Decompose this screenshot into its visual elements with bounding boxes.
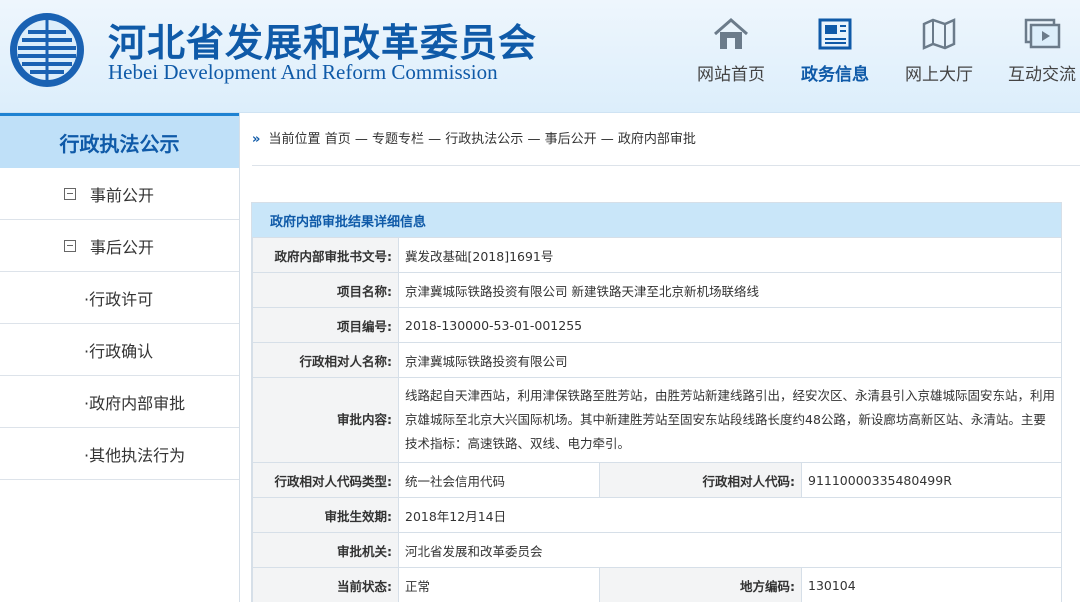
approval-detail-panel: 政府内部审批结果详细信息 政府内部审批书文号: 冀发改基础[2018]1691号…: [251, 202, 1062, 602]
authority-value: 河北省发展和改革委员会: [398, 532, 1061, 568]
house-icon: [714, 18, 748, 49]
nav-online-hall[interactable]: 网上大厅: [891, 14, 987, 85]
counterpart-name-value: 京津冀城际铁路投资有限公司: [398, 342, 1061, 378]
sidebar-item-other-enforcement[interactable]: ·其他执法行为: [0, 428, 239, 480]
table-row: 项目编号: 2018-130000-53-01-001255: [252, 307, 1061, 343]
sidebar-item-label: ·行政确认: [84, 341, 154, 361]
sidebar-item-pre-disclosure[interactable]: 事前公开: [0, 168, 239, 220]
status-label: 当前状态:: [252, 567, 399, 602]
breadcrumb-enforcement[interactable]: 行政执法公示: [445, 132, 523, 147]
sidebar-item-label: 事后公开: [90, 237, 155, 257]
breadcrumb-separator: —: [354, 132, 368, 147]
commission-logo-icon[interactable]: [4, 10, 90, 90]
breadcrumb-separator: —: [527, 132, 541, 147]
nav-interaction[interactable]: 互动交流: [994, 14, 1080, 85]
table-row: 审批生效期: 2018年12月14日: [252, 497, 1061, 533]
site-header: 河北省发展和改革委员会 Hebei Development And Reform…: [0, 0, 1080, 113]
table-row: 当前状态: 正常 地方编码: 130104: [252, 567, 1061, 602]
region-code-label: 地方编码:: [599, 567, 802, 602]
table-row: 行政相对人名称: 京津冀城际铁路投资有限公司: [252, 342, 1061, 378]
content-label: 审批内容:: [252, 377, 399, 463]
breadcrumb-separator: —: [428, 132, 442, 147]
doc-number-value: 冀发改基础[2018]1691号: [398, 237, 1061, 273]
sidebar-title: 行政执法公示: [0, 113, 239, 168]
sidebar: 行政执法公示 事前公开 事后公开 ·行政许可 ·行政确认 ·政府内部审批 ·其他…: [0, 113, 240, 602]
breadcrumb-home[interactable]: 首页: [325, 132, 351, 147]
sidebar-item-label: ·其他执法行为: [84, 445, 186, 465]
sidebar-item-post-disclosure[interactable]: 事后公开: [0, 220, 239, 272]
breadcrumb-separator: —: [600, 132, 614, 147]
video-icon: [1024, 18, 1061, 49]
sidebar-item-internal-approval[interactable]: ·政府内部审批: [0, 376, 239, 428]
map-icon: [922, 18, 956, 50]
status-value: 正常: [398, 567, 600, 602]
chevron-right-icon: »: [252, 132, 261, 147]
content-value: 线路起自天津西站，利用津保铁路至胜芳站，由胜芳站新建线路引出，经安次区、永清县引…: [398, 377, 1061, 463]
approval-detail-table: 政府内部审批书文号: 冀发改基础[2018]1691号 项目名称: 京津冀城际铁…: [252, 237, 1061, 602]
nav-government-info-label: 政务信息: [801, 65, 869, 85]
nav-interaction-label: 互动交流: [1008, 65, 1076, 85]
sidebar-item-admin-confirmation[interactable]: ·行政确认: [0, 324, 239, 376]
breadcrumb-post-disclosure[interactable]: 事后公开: [545, 132, 597, 147]
panel-heading: 政府内部审批结果详细信息: [252, 203, 1061, 237]
collapse-icon: [64, 187, 76, 200]
sidebar-item-label: ·行政许可: [84, 289, 154, 309]
nav-online-hall-label: 网上大厅: [905, 65, 973, 85]
table-row: 政府内部审批书文号: 冀发改基础[2018]1691号: [252, 237, 1061, 273]
nav-home[interactable]: 网站首页: [683, 14, 779, 85]
sidebar-item-admin-license[interactable]: ·行政许可: [0, 272, 239, 324]
effective-date-value: 2018年12月14日: [398, 497, 1061, 533]
doc-number-label: 政府内部审批书文号:: [252, 237, 399, 273]
effective-date-label: 审批生效期:: [252, 497, 399, 533]
region-code-value: 130104: [801, 567, 1061, 602]
table-row: 项目名称: 京津冀城际铁路投资有限公司 新建铁路天津至北京新机场联络线: [252, 272, 1061, 308]
project-name-label: 项目名称:: [252, 272, 399, 308]
table-row: 审批内容: 线路起自天津西站，利用津保铁路至胜芳站，由胜芳站新建线路引出，经安次…: [252, 377, 1061, 463]
counterpart-code-value: 91110000335480499R: [801, 462, 1061, 498]
site-title-en: Hebei Development And Reform Commission: [108, 60, 498, 84]
table-row: 审批机关: 河北省发展和改革委员会: [252, 532, 1061, 568]
sidebar-item-label: ·政府内部审批: [84, 393, 186, 413]
breadcrumb: » 当前位置 首页 — 专题专栏 — 行政执法公示 — 事后公开 — 政府内部审…: [252, 128, 1080, 166]
code-type-value: 统一社会信用代码: [398, 462, 600, 498]
breadcrumb-prefix: 当前位置: [268, 132, 321, 147]
nav-home-label: 网站首页: [697, 65, 765, 85]
nav-government-info[interactable]: 政务信息: [787, 14, 883, 85]
project-name-value: 京津冀城际铁路投资有限公司 新建铁路天津至北京新机场联络线: [398, 272, 1061, 308]
authority-label: 审批机关:: [252, 532, 399, 568]
table-row: 行政相对人代码类型: 统一社会信用代码 行政相对人代码: 91110000335…: [252, 462, 1061, 498]
sidebar-item-label: 事前公开: [90, 185, 155, 205]
document-icon: [818, 18, 852, 50]
site-title-cn: 河北省发展和改革委员会: [108, 21, 538, 65]
code-type-label: 行政相对人代码类型:: [252, 462, 399, 498]
counterpart-code-label: 行政相对人代码:: [599, 462, 802, 498]
counterpart-name-label: 行政相对人名称:: [252, 342, 399, 378]
breadcrumb-topics[interactable]: 专题专栏: [372, 132, 424, 147]
collapse-icon: [64, 239, 76, 252]
breadcrumb-current[interactable]: 政府内部审批: [618, 132, 696, 147]
project-code-label: 项目编号:: [252, 307, 399, 343]
project-code-value: 2018-130000-53-01-001255: [398, 307, 1061, 343]
